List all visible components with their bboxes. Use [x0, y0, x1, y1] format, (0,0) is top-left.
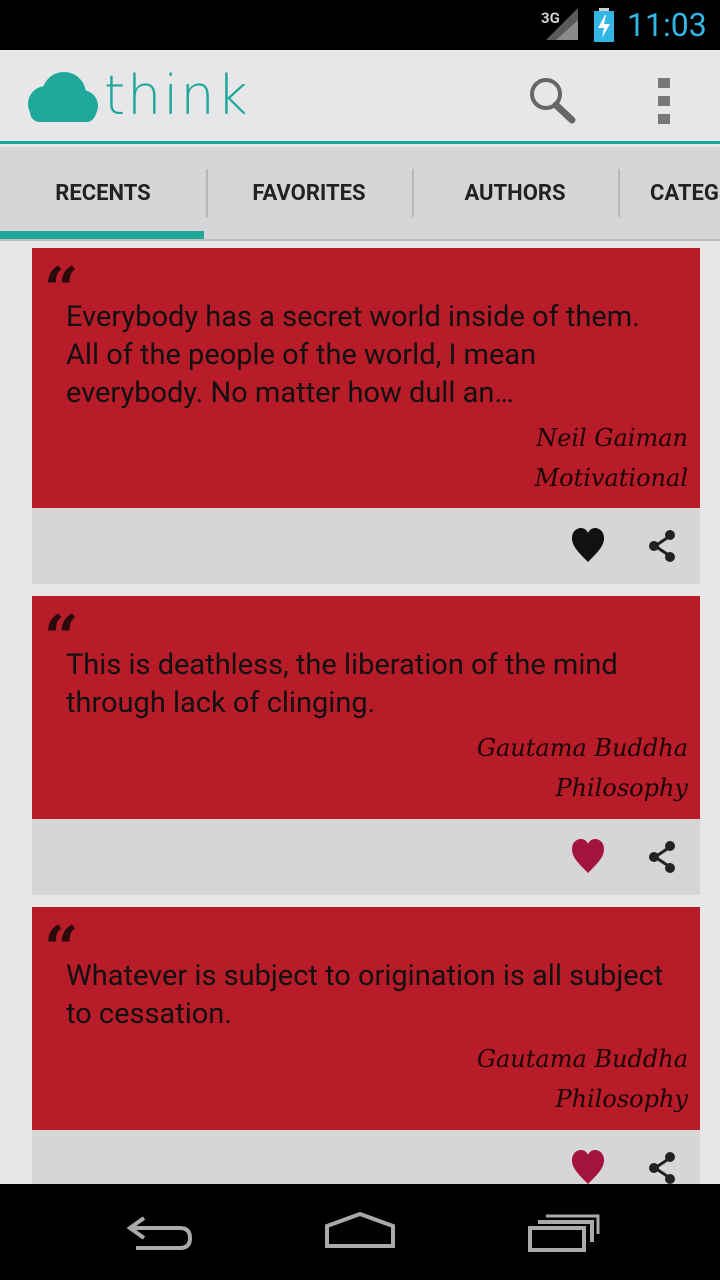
system-nav-bar	[0, 1184, 720, 1280]
tab-label: RECENTS	[55, 180, 151, 206]
share-icon	[649, 530, 675, 562]
tab-recents[interactable]: RECENTS	[0, 147, 206, 239]
card-actions	[32, 1130, 700, 1184]
share-icon	[649, 841, 675, 873]
recent-apps-icon	[528, 1214, 600, 1252]
recent-apps-button[interactable]	[518, 1204, 608, 1260]
quote-card-body[interactable]: “ Whatever is subject to origination is …	[32, 907, 700, 1130]
quote-category[interactable]: Philosophy	[555, 774, 688, 802]
action-bar: think	[0, 50, 720, 144]
battery-icon	[594, 8, 614, 42]
search-button[interactable]	[524, 72, 580, 128]
tab-label: AUTHORS	[464, 180, 566, 206]
share-button[interactable]	[646, 526, 680, 566]
quote-card-body[interactable]: “ This is deathless, the liberation of t…	[32, 596, 700, 819]
favorite-button[interactable]	[570, 526, 606, 566]
cloud-logo-icon	[28, 72, 98, 122]
search-icon	[530, 78, 576, 124]
quote-card[interactable]: “ Whatever is subject to origination is …	[32, 907, 700, 1184]
share-button[interactable]	[646, 1148, 680, 1184]
back-icon	[126, 1216, 193, 1250]
quote-category[interactable]: Philosophy	[555, 1085, 688, 1113]
tab-categories[interactable]: CATEG	[618, 147, 720, 239]
quote-category[interactable]: Motivational	[535, 464, 688, 492]
quote-card[interactable]: “ This is deathless, the liberation of t…	[32, 596, 700, 895]
heart-icon	[572, 528, 604, 562]
status-bar: 3G 11:03	[0, 0, 720, 50]
quote-card-body[interactable]: “ Everybody has a secret world inside of…	[32, 248, 700, 508]
share-icon	[649, 1152, 675, 1184]
quote-text: This is deathless, the liberation of the…	[66, 648, 618, 720]
clock: 11:03	[627, 6, 707, 44]
app-logo-text: think	[104, 64, 250, 127]
favorite-button[interactable]	[570, 837, 606, 877]
share-button[interactable]	[646, 837, 680, 877]
back-button[interactable]	[114, 1204, 204, 1260]
quote-card[interactable]: “ Everybody has a secret world inside of…	[32, 248, 700, 584]
favorite-button[interactable]	[570, 1148, 606, 1184]
overflow-menu-icon	[658, 78, 670, 124]
card-actions	[32, 508, 700, 584]
quote-text: Everybody has a secret world inside of t…	[66, 300, 640, 410]
quote-author[interactable]: Gautama Buddha	[477, 1045, 688, 1073]
tab-favorites[interactable]: FAVORITES	[206, 147, 412, 239]
quote-author[interactable]: Gautama Buddha	[477, 734, 688, 762]
heart-icon	[572, 1150, 604, 1184]
home-button[interactable]	[315, 1204, 405, 1260]
selected-tab-indicator	[0, 231, 204, 239]
overflow-menu-button[interactable]	[645, 72, 685, 128]
card-actions	[32, 819, 700, 895]
home-icon	[325, 1211, 395, 1248]
heart-icon	[572, 839, 604, 873]
quote-feed[interactable]: “ Everybody has a secret world inside of…	[0, 243, 720, 1184]
tab-label: CATEG	[650, 180, 719, 206]
tab-authors[interactable]: AUTHORS	[412, 147, 618, 239]
signal-icon	[546, 8, 578, 40]
quote-author[interactable]: Neil Gaiman	[536, 424, 688, 452]
tab-bar: RECENTS FAVORITES AUTHORS CATEG	[0, 147, 720, 241]
quote-text: Whatever is subject to origination is al…	[66, 959, 664, 1031]
tab-label: FAVORITES	[252, 180, 366, 206]
